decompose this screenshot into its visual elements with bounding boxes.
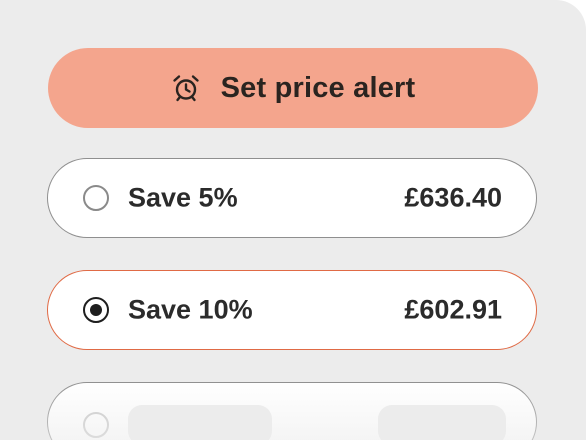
set-price-alert-button[interactable]: Set price alert <box>48 48 538 128</box>
price-skeleton <box>378 405 506 440</box>
option-save-10[interactable]: Save 10% £602.91 <box>47 270 537 350</box>
label-skeleton <box>128 405 272 440</box>
option-price: £636.40 <box>404 182 502 213</box>
radio-selected[interactable] <box>83 297 109 323</box>
radio-unselected[interactable] <box>83 185 109 211</box>
option-label: Save 10% <box>128 294 253 325</box>
option-price: £602.91 <box>404 294 502 325</box>
price-options-panel: Set price alert Save 5% £636.40 Save 10%… <box>0 0 586 440</box>
set-price-alert-label: Set price alert <box>220 71 416 104</box>
radio-placeholder <box>83 412 109 438</box>
alarm-clock-icon <box>171 73 201 103</box>
option-loading-placeholder <box>47 382 537 440</box>
option-label: Save 5% <box>128 182 238 213</box>
option-save-5[interactable]: Save 5% £636.40 <box>47 158 537 238</box>
